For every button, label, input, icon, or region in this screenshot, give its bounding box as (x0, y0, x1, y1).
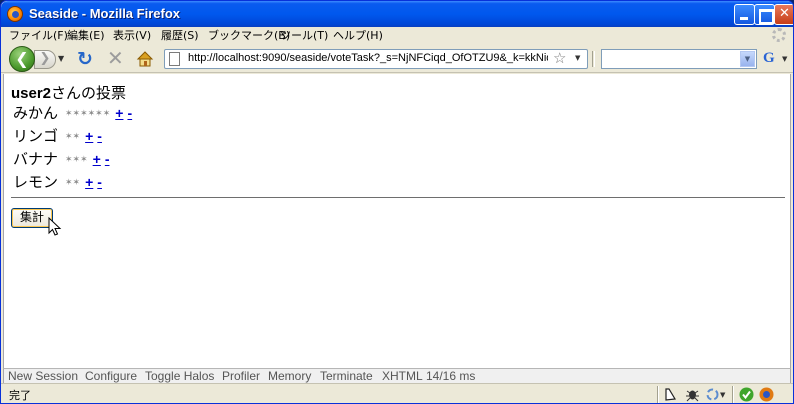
vote-stars: ✶✶✶✶✶✶ (65, 109, 111, 119)
firefox-addon-icon[interactable] (759, 387, 774, 402)
search-input[interactable]: ▼ (601, 49, 757, 69)
back-arrow-icon: ❮ (15, 49, 29, 68)
new-session-link[interactable]: New Session (8, 369, 78, 383)
vote-minus-link[interactable]: - (105, 151, 110, 167)
maximize-button[interactable] (754, 4, 775, 25)
valid-check-icon[interactable] (739, 387, 754, 402)
menu-view[interactable]: 表示(V) (113, 28, 151, 44)
url-dropdown-icon[interactable]: ▼ (575, 54, 580, 62)
vote-minus-link[interactable]: - (127, 105, 132, 121)
page-title-suffix: さんの投票 (51, 85, 127, 102)
mouse-cursor-icon (48, 216, 62, 237)
render-timing: 14/16 ms (426, 369, 476, 383)
minimize-button[interactable] (734, 4, 755, 25)
item-name: レモン (13, 174, 59, 191)
menu-tools[interactable]: ツール(T) (280, 28, 328, 44)
forward-button[interactable]: ❯ (34, 50, 56, 69)
vote-stars: ✶✶ (65, 132, 81, 142)
menu-bookmarks[interactable]: ブックマーク(B) (208, 28, 290, 44)
seaside-toolbar: New Session Configure Toggle Halos Profi… (3, 368, 791, 383)
page-title: user2さんの投票 (11, 82, 126, 103)
firefox-icon (7, 6, 23, 22)
status-separator (657, 386, 659, 403)
home-icon[interactable] (136, 50, 154, 68)
status-text: 完了 (9, 389, 31, 402)
page-icon (169, 52, 180, 66)
style-editor-icon[interactable] (663, 387, 678, 402)
vote-stars: ✶✶ (65, 178, 81, 188)
stop-icon[interactable]: ✕ (107, 48, 124, 68)
menu-bar: ファイル(F) 編集(E) 表示(V) 履歴(S) ブックマーク(B) ツール(… (1, 27, 793, 45)
item-name: バナナ (13, 151, 59, 168)
memory-link[interactable]: Memory (268, 369, 311, 383)
menu-edit[interactable]: 編集(E) (67, 28, 105, 44)
vote-item: バナナ ✶✶✶ + - (13, 148, 110, 168)
tally-button[interactable]: 集計 (11, 208, 53, 228)
close-button[interactable]: ✕ (774, 4, 793, 25)
reload-icon[interactable]: ↻ (77, 49, 93, 69)
vote-minus-link[interactable]: - (97, 128, 102, 144)
google-search-engine-icon[interactable]: G (763, 50, 775, 67)
sync-icon[interactable] (705, 387, 720, 402)
vote-plus-link[interactable]: + (85, 174, 93, 190)
vote-item: リンゴ ✶✶ + - (13, 125, 102, 145)
status-separator (732, 386, 734, 403)
throbber-icon (772, 28, 786, 42)
debug-bug-icon[interactable] (685, 387, 700, 402)
vote-stars: ✶✶✶ (65, 155, 88, 165)
toolbar-splitter[interactable] (592, 51, 595, 67)
terminate-link[interactable]: Terminate (320, 369, 373, 383)
vote-item: みかん ✶✶✶✶✶✶ + - (13, 102, 132, 122)
item-name: みかん (13, 105, 59, 122)
item-name: リンゴ (13, 128, 59, 145)
profiler-link[interactable]: Profiler (222, 369, 260, 383)
page-title-user: user2 (11, 85, 52, 102)
vote-plus-link[interactable]: + (85, 128, 93, 144)
browser-window: Seaside - Mozilla Firefox ✕ ファイル(F) 編集(E… (0, 0, 794, 404)
bookmark-star-icon[interactable]: ☆ (553, 50, 566, 67)
window-title: Seaside - Mozilla Firefox (29, 6, 180, 21)
forward-arrow-icon: ❯ (39, 51, 51, 66)
menu-history[interactable]: 履歴(S) (161, 28, 199, 44)
toggle-halos-link[interactable]: Toggle Halos (145, 369, 214, 383)
vote-plus-link[interactable]: + (115, 105, 123, 121)
vote-item: レモン ✶✶ + - (13, 171, 102, 191)
search-engine-dropdown-icon[interactable]: ▼ (782, 55, 787, 63)
url-text[interactable]: http://localhost:9090/seaside/voteTask?_… (188, 52, 548, 64)
horizontal-rule (11, 197, 785, 198)
xhtml-link[interactable]: XHTML (382, 369, 423, 383)
url-bar[interactable]: http://localhost:9090/seaside/voteTask?_… (164, 49, 588, 69)
history-dropdown-icon[interactable]: ▼ (58, 54, 64, 63)
status-bar: 完了 ▼ (1, 383, 793, 403)
vote-minus-link[interactable]: - (97, 174, 102, 190)
vote-plus-link[interactable]: + (93, 151, 101, 167)
menu-help[interactable]: ヘルプ(H) (333, 28, 383, 44)
title-bar: Seaside - Mozilla Firefox ✕ (1, 1, 793, 27)
page-content: user2さんの投票 みかん ✶✶✶✶✶✶ + - リンゴ ✶✶ + - バナナ ✶✶✶ + - … (3, 74, 791, 368)
navigation-toolbar: ❯ ❮ ▼ ↻ ✕ http://localhost:9090/seaside/… (1, 45, 793, 73)
menu-file[interactable]: ファイル(F) (9, 28, 68, 44)
back-button[interactable]: ❮ (9, 46, 35, 72)
search-dropdown-icon[interactable]: ▼ (740, 51, 755, 67)
configure-link[interactable]: Configure (85, 369, 137, 383)
